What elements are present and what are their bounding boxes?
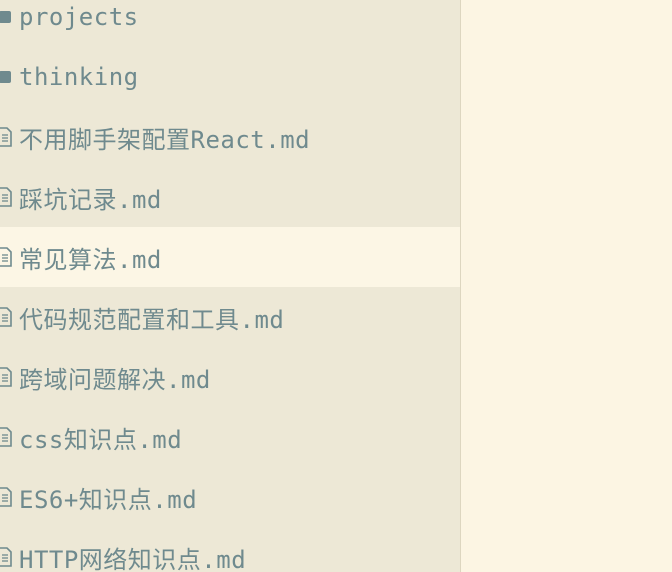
- file-item[interactable]: 不用脚手架配置React.md: [0, 107, 460, 167]
- file-icon: [0, 127, 12, 147]
- file-label: HTTP网络知识点.md: [19, 545, 247, 572]
- folder-icon: [0, 11, 11, 23]
- file-label: 常见算法.md: [19, 245, 162, 274]
- file-item[interactable]: 代码规范配置和工具.md: [0, 287, 460, 347]
- file-tree: projects thinking 不用脚手架配置React.md 踩坑记录.md 常见…: [0, 0, 460, 572]
- file-item[interactable]: ES6+知识点.md: [0, 467, 460, 527]
- folder-icon: [0, 71, 11, 83]
- folder-item[interactable]: thinking: [0, 47, 460, 107]
- file-icon: [0, 487, 12, 507]
- file-label: css知识点.md: [19, 425, 183, 454]
- folder-label: projects: [19, 3, 139, 31]
- file-icon: [0, 367, 12, 387]
- editor-pane[interactable]: [461, 0, 672, 572]
- file-icon: [0, 427, 12, 447]
- file-item[interactable]: 踩坑记录.md: [0, 167, 460, 227]
- file-item[interactable]: css知识点.md: [0, 407, 460, 467]
- file-icon: [0, 547, 12, 567]
- file-label: 踩坑记录.md: [19, 185, 162, 214]
- file-tree-sidebar[interactable]: projects thinking 不用脚手架配置React.md 踩坑记录.md 常见…: [0, 0, 461, 572]
- folder-label: thinking: [19, 63, 139, 91]
- file-label: 代码规范配置和工具.md: [19, 305, 285, 334]
- app-window: projects thinking 不用脚手架配置React.md 踩坑记录.md 常见…: [0, 0, 672, 572]
- file-item[interactable]: HTTP网络知识点.md: [0, 527, 460, 572]
- folder-item[interactable]: projects: [0, 0, 460, 47]
- file-item[interactable]: 跨域问题解决.md: [0, 347, 460, 407]
- file-label: 跨域问题解决.md: [19, 365, 211, 394]
- file-icon: [0, 187, 12, 207]
- file-icon: [0, 307, 12, 327]
- file-icon: [0, 247, 12, 267]
- file-item[interactable]: 常见算法.md: [0, 227, 460, 287]
- file-label: 不用脚手架配置React.md: [19, 125, 311, 154]
- file-label: ES6+知识点.md: [19, 485, 198, 514]
